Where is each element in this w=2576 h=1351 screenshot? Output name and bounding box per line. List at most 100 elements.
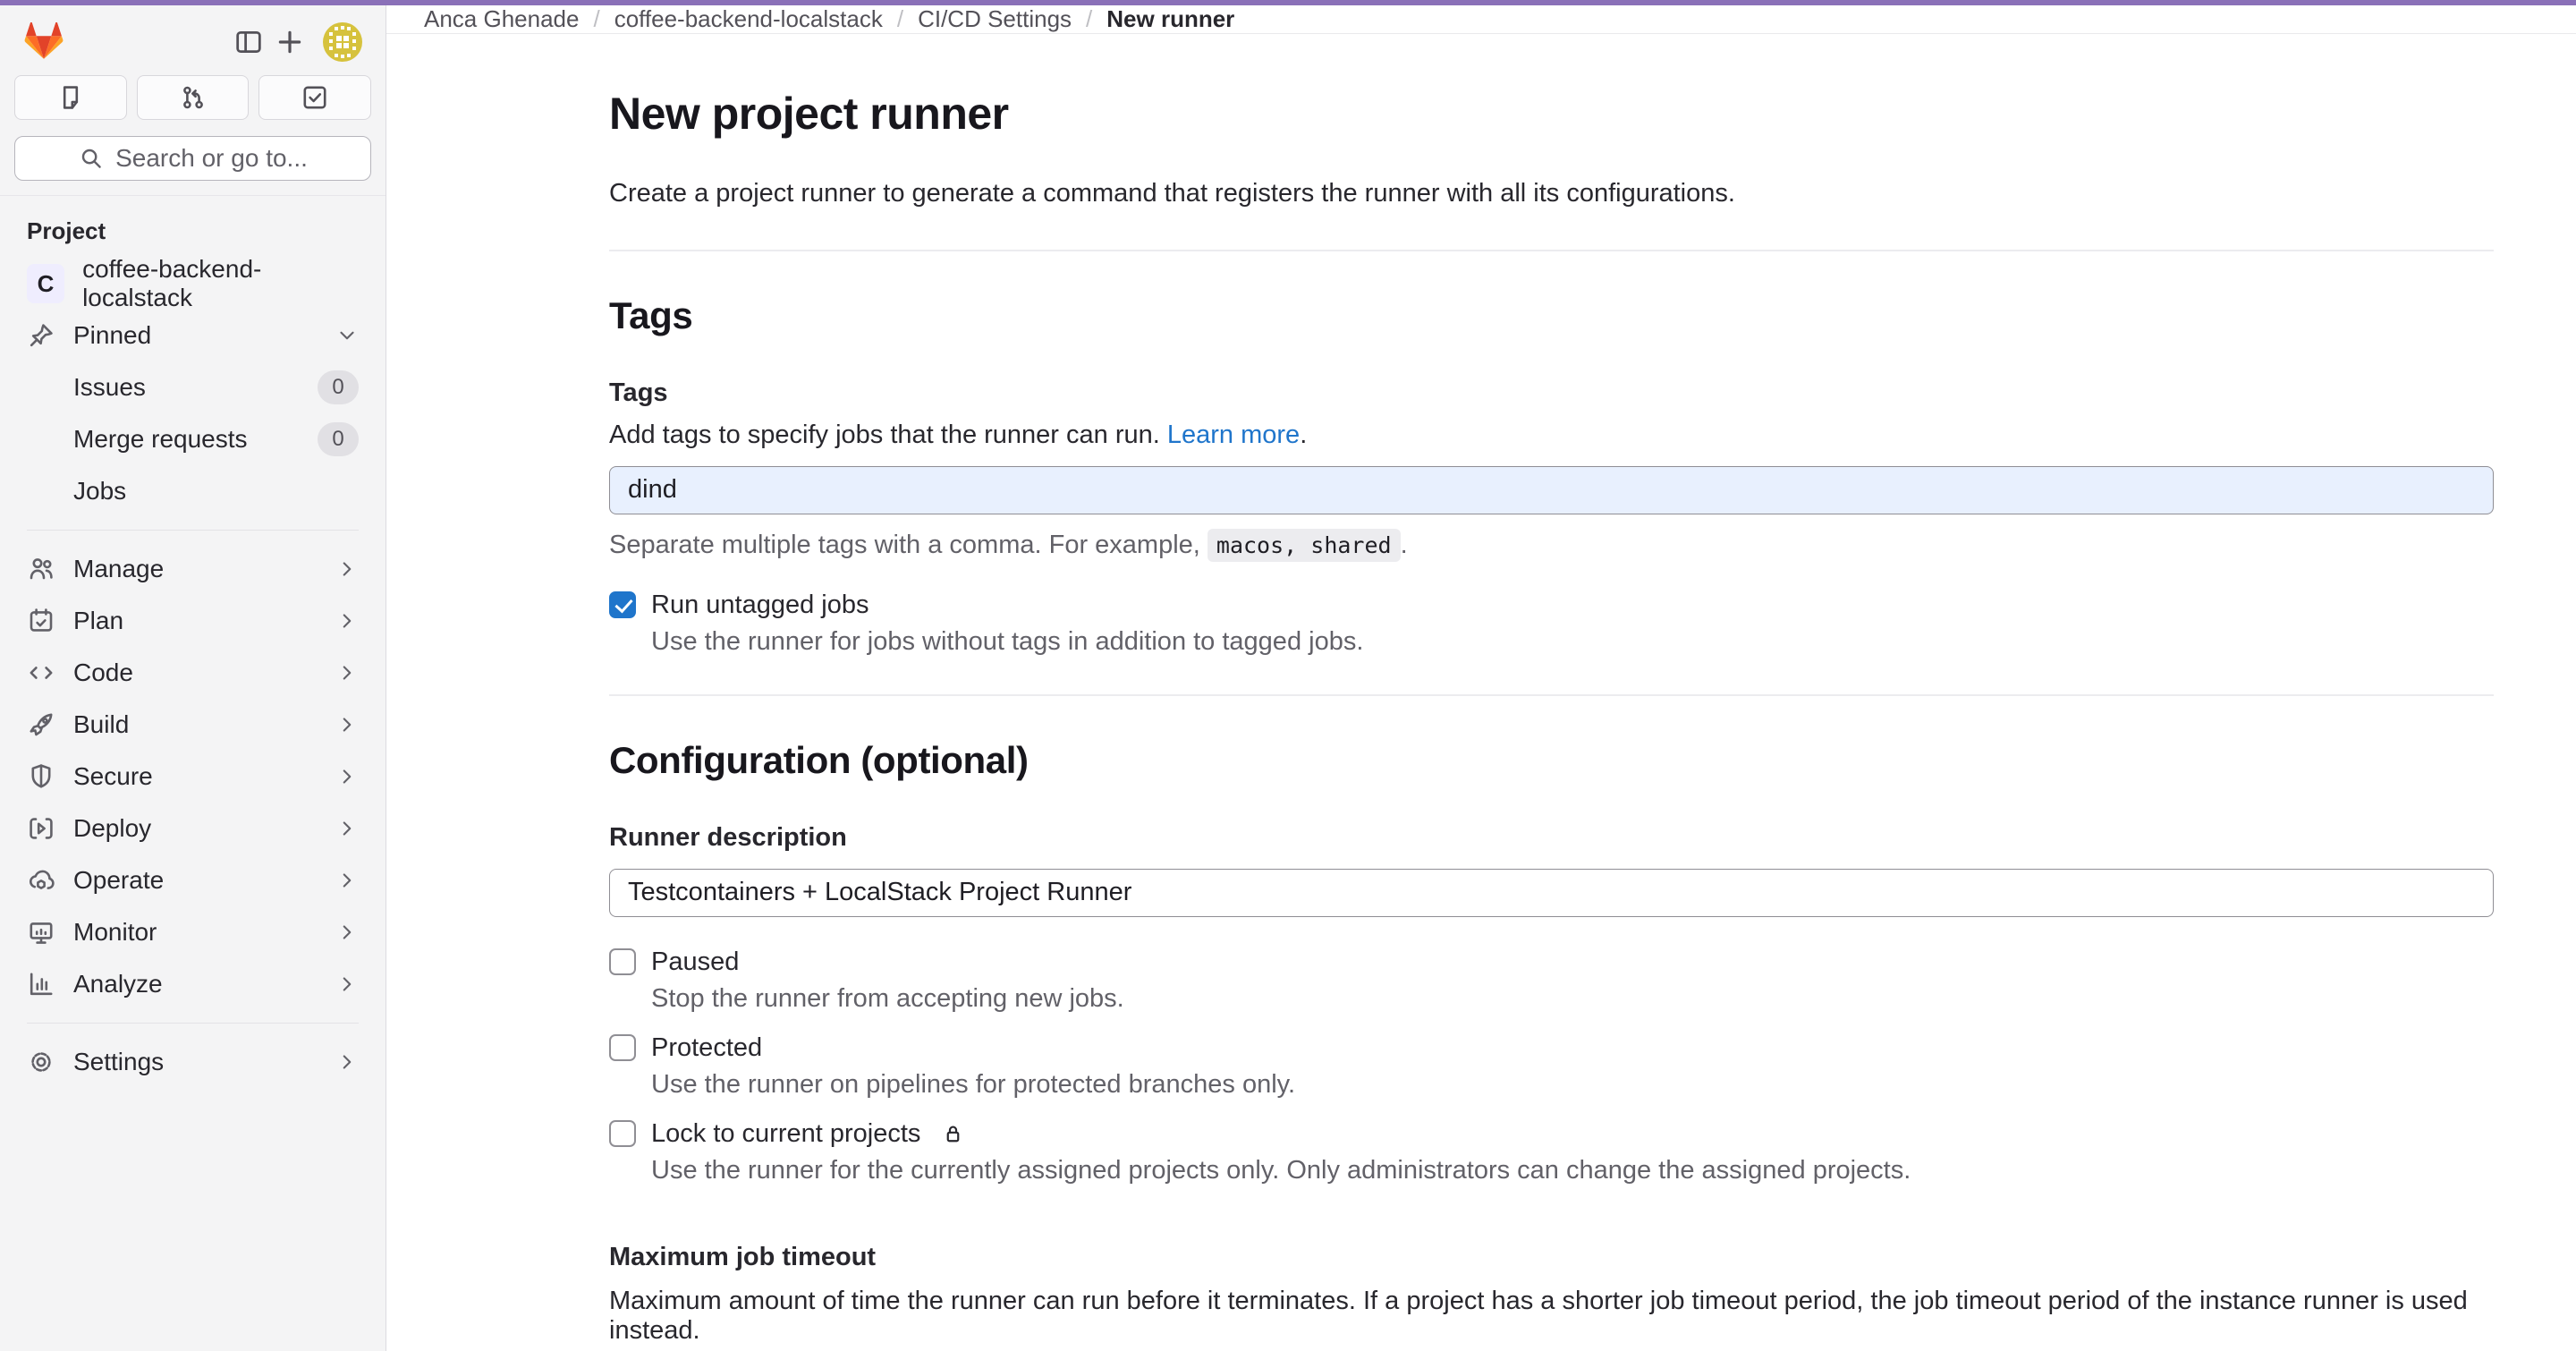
sidebar-item-settings[interactable]: Settings bbox=[13, 1036, 373, 1088]
cloud-pod-icon bbox=[27, 866, 55, 895]
sidebar-toggle-icon bbox=[233, 27, 264, 57]
breadcrumb-project[interactable]: coffee-backend-localstack bbox=[614, 5, 883, 33]
protected-label[interactable]: Protected bbox=[651, 1033, 762, 1063]
sidebar-item-analyze[interactable]: Analyze bbox=[13, 958, 373, 1010]
issues-count-badge: 0 bbox=[318, 370, 359, 404]
config-section-heading: Configuration (optional) bbox=[609, 739, 2494, 782]
calendar-icon bbox=[27, 607, 55, 635]
search-icon bbox=[78, 145, 105, 172]
runner-description-label: Runner description bbox=[609, 823, 2494, 853]
chevron-right-icon bbox=[335, 609, 359, 633]
gitlab-tanuki-icon[interactable] bbox=[23, 22, 64, 62]
todo-shortcut-button[interactable] bbox=[258, 75, 371, 120]
sidebar-section-label: Project bbox=[13, 212, 373, 258]
run-untagged-label[interactable]: Run untagged jobs bbox=[651, 591, 869, 620]
protected-help: Use the runner on pipelines for protecte… bbox=[651, 1070, 2494, 1100]
lock-checkbox[interactable] bbox=[609, 1120, 636, 1147]
merge-requests-count-badge: 0 bbox=[318, 422, 359, 456]
sidebar-item-label: Deploy bbox=[73, 814, 318, 843]
monitor-icon bbox=[27, 918, 55, 947]
tags-field-hint: Add tags to specify jobs that the runner… bbox=[609, 421, 2494, 450]
sidebar-item-label: Secure bbox=[73, 762, 318, 791]
sidebar-item-label: Code bbox=[73, 659, 318, 687]
sidebar-item-label: Manage bbox=[73, 555, 318, 583]
sidebar-toggle-button[interactable] bbox=[228, 21, 269, 63]
issues-shortcut-icon bbox=[56, 83, 85, 112]
section-divider bbox=[609, 694, 2494, 696]
chevron-right-icon bbox=[335, 973, 359, 996]
sidebar-divider bbox=[27, 1023, 359, 1024]
users-icon bbox=[27, 555, 55, 583]
hint-period: . bbox=[1300, 421, 1307, 449]
tags-helper-period: . bbox=[1401, 531, 1408, 559]
runner-description-input[interactable] bbox=[609, 869, 2494, 917]
create-new-button[interactable] bbox=[269, 21, 310, 63]
paused-help: Stop the runner from accepting new jobs. bbox=[651, 984, 2494, 1014]
plus-icon bbox=[275, 27, 305, 57]
merge-request-icon bbox=[179, 83, 208, 112]
breadcrumb-user[interactable]: Anca Ghenade bbox=[424, 5, 579, 33]
sidebar-item-label: Pinned bbox=[73, 321, 318, 350]
sidebar-item-build[interactable]: Build bbox=[13, 699, 373, 751]
sidebar-divider bbox=[27, 530, 359, 531]
lock-help: Use the runner for the currently assigne… bbox=[651, 1156, 2494, 1185]
section-divider bbox=[609, 250, 2494, 251]
tags-helper: Separate multiple tags with a comma. For… bbox=[609, 531, 2494, 560]
chevron-right-icon bbox=[335, 713, 359, 736]
gear-icon bbox=[27, 1048, 55, 1076]
page-title: New project runner bbox=[609, 88, 2494, 140]
sidebar-item-jobs[interactable]: Jobs bbox=[13, 465, 373, 517]
protected-checkbox[interactable] bbox=[609, 1034, 636, 1061]
lock-label[interactable]: Lock to current projects bbox=[651, 1119, 920, 1149]
breadcrumb-current: New runner bbox=[1106, 5, 1234, 33]
tags-input[interactable] bbox=[609, 466, 2494, 514]
sidebar-item-issues[interactable]: Issues 0 bbox=[13, 361, 373, 413]
learn-more-link[interactable]: Learn more bbox=[1167, 421, 1300, 449]
deploy-icon bbox=[27, 814, 55, 843]
user-avatar[interactable] bbox=[323, 22, 362, 62]
tags-helper-text: Separate multiple tags with a comma. For… bbox=[609, 531, 1200, 559]
breadcrumb: Anca Ghenade / coffee-backend-localstack… bbox=[386, 5, 2576, 34]
sidebar-item-code[interactable]: Code bbox=[13, 647, 373, 699]
sidebar-item-deploy[interactable]: Deploy bbox=[13, 803, 373, 854]
paused-checkbox[interactable] bbox=[609, 948, 636, 975]
run-untagged-checkbox-row[interactable]: Run untagged jobs bbox=[609, 591, 2494, 620]
merge-requests-shortcut-button[interactable] bbox=[137, 75, 250, 120]
search-placeholder: Search or go to... bbox=[115, 144, 308, 173]
run-untagged-checkbox[interactable] bbox=[609, 591, 636, 618]
breadcrumb-separator: / bbox=[1086, 5, 1092, 33]
rocket-icon bbox=[27, 710, 55, 739]
chart-icon bbox=[27, 970, 55, 998]
sidebar-item-label: Plan bbox=[73, 607, 318, 635]
paused-label[interactable]: Paused bbox=[651, 947, 739, 977]
sidebar-item-plan[interactable]: Plan bbox=[13, 595, 373, 647]
issues-shortcut-button[interactable] bbox=[14, 75, 127, 120]
chevron-right-icon bbox=[335, 765, 359, 788]
breadcrumb-cicd-settings[interactable]: CI/CD Settings bbox=[918, 5, 1072, 33]
tags-field-label: Tags bbox=[609, 378, 2494, 408]
sidebar-item-manage[interactable]: Manage bbox=[13, 543, 373, 595]
run-untagged-help: Use the runner for jobs without tags in … bbox=[651, 627, 2494, 657]
sidebar-item-pinned[interactable]: Pinned bbox=[13, 310, 373, 361]
lock-checkbox-row[interactable]: Lock to current projects bbox=[609, 1119, 2494, 1149]
sidebar-item-merge-requests[interactable]: Merge requests 0 bbox=[13, 413, 373, 465]
sidebar-item-project[interactable]: C coffee-backend-localstack bbox=[13, 258, 373, 310]
shield-icon bbox=[27, 762, 55, 791]
tags-example-code: macos, shared bbox=[1208, 529, 1401, 562]
protected-checkbox-row[interactable]: Protected bbox=[609, 1033, 2494, 1063]
tags-section-heading: Tags bbox=[609, 294, 2494, 337]
sidebar: Search or go to... Project C coffee-back… bbox=[0, 5, 386, 1351]
sidebar-item-secure[interactable]: Secure bbox=[13, 751, 373, 803]
tags-hint-text: Add tags to specify jobs that the runner… bbox=[609, 421, 1160, 449]
sidebar-item-label: Build bbox=[73, 710, 318, 739]
project-name: coffee-backend-localstack bbox=[82, 255, 359, 312]
chevron-right-icon bbox=[335, 1050, 359, 1074]
search-input[interactable]: Search or go to... bbox=[14, 136, 371, 181]
chevron-down-icon bbox=[335, 324, 359, 347]
sidebar-item-monitor[interactable]: Monitor bbox=[13, 906, 373, 958]
paused-checkbox-row[interactable]: Paused bbox=[609, 947, 2494, 977]
sidebar-item-label: Settings bbox=[73, 1048, 318, 1076]
sidebar-item-label: Operate bbox=[73, 866, 318, 895]
chevron-right-icon bbox=[335, 869, 359, 892]
sidebar-item-operate[interactable]: Operate bbox=[13, 854, 373, 906]
